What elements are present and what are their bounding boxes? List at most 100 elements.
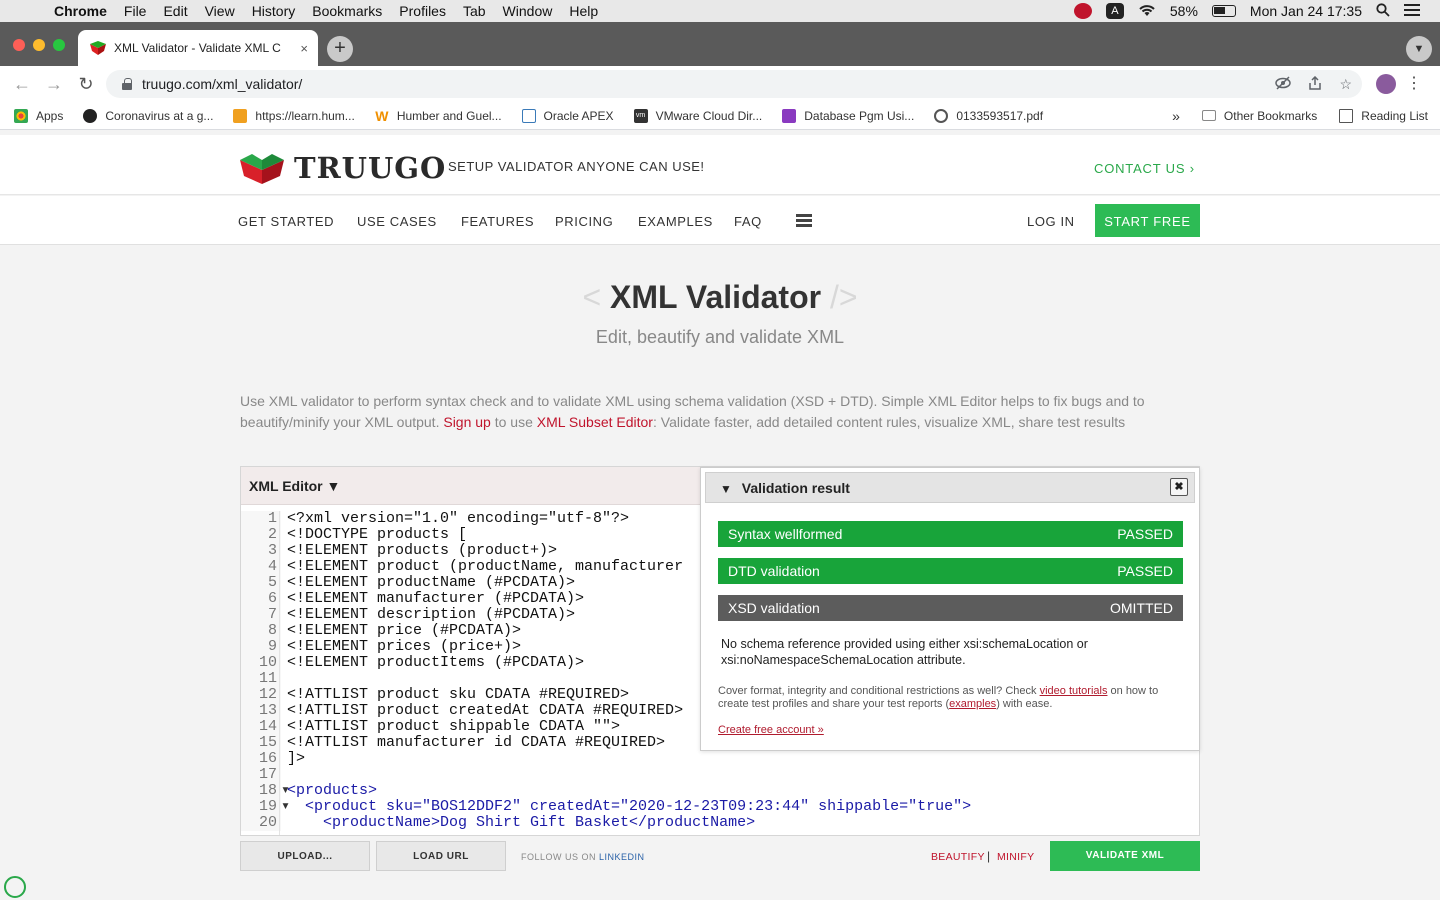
- bookmark-item[interactable]: vm VMware Cloud Dir...: [633, 108, 762, 123]
- back-arrow-icon[interactable]: ←: [12, 74, 32, 95]
- control-center-icon[interactable]: [1404, 3, 1420, 20]
- menu-profiles[interactable]: Profiles: [399, 3, 446, 19]
- browser-tab-active[interactable]: XML Validator - Validate XML C ×: [78, 30, 318, 66]
- bookmark-item[interactable]: Coronavirus at a g...: [83, 108, 213, 123]
- line-text[interactable]: <!ELEMENT description (#PCDATA)>: [285, 607, 575, 623]
- spotlight-search-icon[interactable]: [1376, 2, 1390, 20]
- line-text[interactable]: <!ELEMENT productItems (#PCDATA)>: [285, 655, 584, 671]
- clock[interactable]: Mon Jan 24 17:35: [1250, 3, 1362, 19]
- url-text[interactable]: truugo.com/xml_validator/: [142, 76, 302, 92]
- line-text[interactable]: <!ATTLIST product sku CDATA #REQUIRED>: [285, 687, 629, 703]
- share-icon[interactable]: [1309, 75, 1322, 93]
- window-minimize-button[interactable]: [33, 39, 45, 51]
- line-text[interactable]: <!ELEMENT price (#PCDATA)>: [285, 623, 521, 639]
- profile-avatar[interactable]: [1376, 74, 1396, 94]
- bookmark-item[interactable]: https://learn.hum...: [233, 108, 355, 123]
- menu-window[interactable]: Window: [503, 3, 553, 19]
- examples-link[interactable]: examples: [949, 698, 996, 710]
- login-link[interactable]: LOG IN: [1027, 214, 1075, 229]
- line-text[interactable]: <?xml version="1.0" encoding="utf-8"?>: [285, 511, 629, 527]
- menu-bookmarks[interactable]: Bookmarks: [312, 3, 382, 19]
- signup-link[interactable]: Sign up: [443, 414, 490, 430]
- close-icon[interactable]: ✖: [1170, 478, 1188, 496]
- notification-icon[interactable]: [1073, 3, 1092, 19]
- xml-subset-editor-link[interactable]: XML Subset Editor: [537, 414, 653, 430]
- bookmark-item[interactable]: Oracle APEX: [521, 108, 614, 123]
- beautify-link[interactable]: BEAUTIFY: [931, 851, 985, 863]
- start-free-button[interactable]: START FREE: [1095, 204, 1200, 237]
- tab-search-icon[interactable]: ▼: [1406, 36, 1432, 62]
- line-text[interactable]: <!ELEMENT product (productName, manufact…: [285, 559, 683, 575]
- wifi-icon[interactable]: [1138, 3, 1156, 20]
- line-text[interactable]: <product sku="BOS12DDF2" createdAt="2020…: [285, 799, 971, 815]
- forward-arrow-icon[interactable]: →: [44, 74, 64, 95]
- line-text[interactable]: [285, 671, 287, 687]
- menu-help[interactable]: Help: [569, 3, 598, 19]
- bookmark-apps[interactable]: Apps: [14, 108, 63, 123]
- create-free-account-link[interactable]: Create free account »: [718, 724, 824, 736]
- line-text[interactable]: [285, 767, 287, 783]
- validate-xml-button[interactable]: VALIDATE XML: [1050, 841, 1200, 871]
- reading-list[interactable]: Reading List: [1339, 108, 1428, 123]
- code-line[interactable]: 16]>: [241, 751, 1199, 767]
- menu-tab[interactable]: Tab: [463, 3, 486, 19]
- bookmarks-overflow-icon[interactable]: »: [1172, 108, 1180, 124]
- new-tab-button[interactable]: +: [327, 36, 353, 62]
- line-text[interactable]: ]>: [285, 751, 305, 767]
- tab-close-icon[interactable]: ×: [300, 41, 308, 56]
- input-source-icon[interactable]: A: [1105, 3, 1124, 19]
- line-text[interactable]: <!ATTLIST product createdAt CDATA #REQUI…: [285, 703, 683, 719]
- menu-edit[interactable]: Edit: [163, 3, 187, 19]
- intro-text-2: to use: [490, 414, 537, 430]
- line-text[interactable]: <!ATTLIST manufacturer id CDATA #REQUIRE…: [285, 735, 665, 751]
- contact-us-link[interactable]: CONTACT US ›: [1094, 161, 1195, 176]
- address-bar[interactable]: truugo.com/xml_validator/ ☆: [106, 70, 1362, 98]
- bookmark-star-icon[interactable]: ☆: [1339, 76, 1352, 93]
- nav-get-started[interactable]: GET STARTED: [238, 214, 334, 229]
- line-text[interactable]: <!ELEMENT products (product+)>: [285, 543, 557, 559]
- other-bookmarks[interactable]: Other Bookmarks: [1201, 109, 1317, 123]
- bookmark-item[interactable]: W Humber and Guel...: [375, 109, 501, 123]
- nav-use-cases[interactable]: USE CASES: [357, 214, 437, 229]
- hamburger-menu-icon[interactable]: [796, 214, 812, 227]
- window-zoom-button[interactable]: [53, 39, 65, 51]
- video-tutorials-link[interactable]: video tutorials: [1040, 685, 1108, 697]
- collapse-triangle-icon[interactable]: ▼: [720, 482, 732, 496]
- minify-link[interactable]: MINIFY: [997, 851, 1034, 863]
- site-header: TRUUGO SETUP VALIDATOR ANYONE CAN USE! C…: [0, 135, 1440, 195]
- menu-chrome[interactable]: Chrome: [54, 3, 107, 19]
- truugo-logo[interactable]: TRUUGO: [238, 151, 446, 185]
- menu-history[interactable]: History: [252, 3, 296, 19]
- bookmark-item[interactable]: 0133593517.pdf: [934, 108, 1043, 123]
- menu-view[interactable]: View: [205, 3, 235, 19]
- line-text[interactable]: <products>: [285, 783, 377, 799]
- nav-faq[interactable]: FAQ: [734, 214, 762, 229]
- nav-features[interactable]: FEATURES: [461, 214, 534, 229]
- window-close-button[interactable]: [13, 39, 25, 51]
- load-url-button[interactable]: LOAD URL: [376, 841, 506, 871]
- battery-icon[interactable]: [1211, 5, 1236, 17]
- bookmark-item[interactable]: Database Pgm Usi...: [782, 108, 914, 123]
- line-text[interactable]: <!ELEMENT manufacturer (#PCDATA)>: [285, 591, 584, 607]
- line-text[interactable]: <productName>Dog Shirt Gift Basket</prod…: [285, 815, 755, 831]
- chat-widget-icon[interactable]: [4, 876, 26, 898]
- code-line[interactable]: 17: [241, 767, 1199, 783]
- upload-button[interactable]: UPLOAD...: [240, 841, 370, 871]
- linkedin-link[interactable]: LINKEDIN: [599, 852, 645, 862]
- reload-icon[interactable]: ↻: [76, 74, 96, 95]
- xml-editor-dropdown[interactable]: XML Editor ▼: [241, 467, 701, 505]
- line-text[interactable]: <!ELEMENT productName (#PCDATA)>: [285, 575, 575, 591]
- tracking-protection-icon[interactable]: [1275, 75, 1292, 93]
- code-line[interactable]: 20 <productName>Dog Shirt Gift Basket</p…: [241, 815, 1199, 831]
- browser-menu-icon[interactable]: ⋮: [1406, 73, 1422, 93]
- nav-pricing[interactable]: PRICING: [555, 214, 613, 229]
- code-line[interactable]: 18 ▾ <products>: [241, 783, 1199, 799]
- line-text[interactable]: <!DOCTYPE products [: [285, 527, 467, 543]
- menu-file[interactable]: File: [124, 3, 147, 19]
- line-text[interactable]: <!ELEMENT prices (price+)>: [285, 639, 521, 655]
- code-line[interactable]: 19 ▾ <product sku="BOS12DDF2" createdAt="…: [241, 799, 1199, 815]
- validation-result-header[interactable]: ▼ Validation result ✖: [705, 472, 1195, 503]
- line-text[interactable]: <!ATTLIST product shippable CDATA "">: [285, 719, 620, 735]
- lock-icon[interactable]: [122, 78, 132, 90]
- nav-examples[interactable]: EXAMPLES: [638, 214, 713, 229]
